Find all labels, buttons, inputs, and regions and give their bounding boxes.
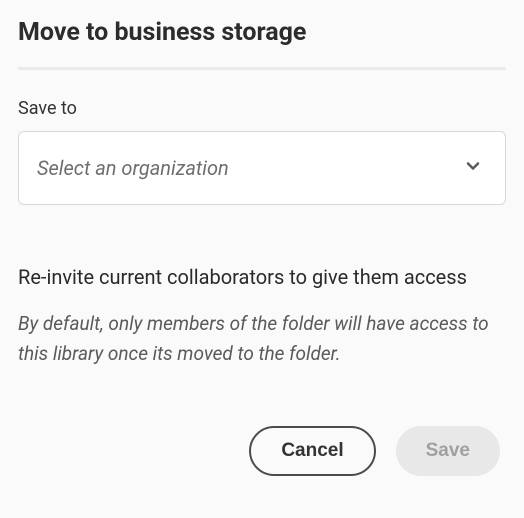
dialog-title: Move to business storage [18, 18, 506, 47]
organization-select-placeholder: Select an organization [37, 156, 229, 180]
cancel-button[interactable]: Cancel [249, 426, 375, 476]
save-to-label: Save to [18, 98, 506, 119]
chevron-down-icon [463, 156, 483, 180]
organization-select[interactable]: Select an organization [18, 131, 506, 205]
save-button[interactable]: Save [396, 426, 500, 476]
reinvite-description: By default, only members of the folder w… [18, 309, 506, 370]
divider [18, 67, 506, 70]
dialog-actions: Cancel Save [18, 426, 506, 476]
reinvite-heading: Re-invite current collaborators to give … [18, 265, 506, 289]
